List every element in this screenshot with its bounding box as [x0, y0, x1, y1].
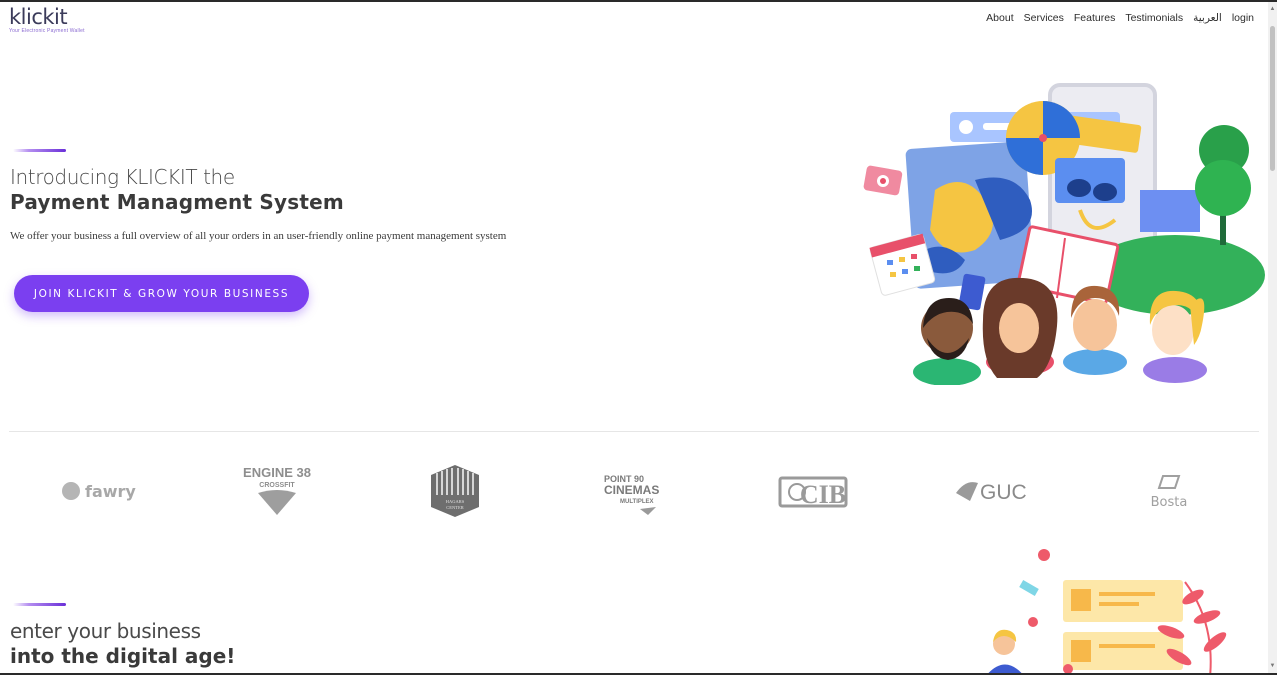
camera-icon — [863, 165, 903, 196]
hero-intro: Introducing KLICKIT the — [10, 165, 235, 189]
section-divider — [9, 431, 1259, 432]
svg-text:fawry: fawry — [85, 482, 136, 501]
svg-text:HAGARS: HAGARS — [446, 499, 465, 504]
nav-login[interactable]: login — [1232, 12, 1254, 24]
svg-text:ENGINE 38: ENGINE 38 — [243, 465, 311, 480]
logo-tagline: Your Electronic Payment Wallet — [9, 28, 85, 34]
engine38-icon: ENGINE 38 CROSSFIT — [243, 465, 311, 515]
svg-text:GUC: GUC — [980, 481, 1027, 504]
engine38-logo[interactable]: ENGINE 38 CROSSFIT — [240, 462, 315, 520]
point90-cinemas-logo[interactable]: POINT 90 CINEMAS MULTIPLEX — [600, 462, 670, 520]
bosta-logo[interactable]: Bosta — [1135, 462, 1205, 520]
hero-accent-line — [13, 149, 66, 152]
svg-text:CENTER: CENTER — [446, 505, 464, 510]
svg-text:MULTIPLEX: MULTIPLEX — [620, 499, 654, 505]
section2-intro: enter your business — [10, 619, 201, 643]
fawry-logo[interactable]: fawry — [55, 462, 145, 520]
join-klickit-button[interactable]: JOIN KLICKIT & GROW YOUR BUSINESS — [14, 275, 309, 312]
section2-title: into the digital age! — [10, 644, 236, 668]
bosta-icon: Bosta — [1151, 475, 1188, 510]
fawry-icon: fawry — [62, 482, 136, 501]
nav-features[interactable]: Features — [1074, 12, 1115, 24]
cib-icon: CIB — [778, 476, 848, 509]
main-nav: About Services Features Testimonials الع… — [986, 12, 1254, 24]
hero-title: Payment Managment System — [10, 190, 344, 214]
hagars-center-logo[interactable]: HAGARS CENTER — [425, 462, 485, 520]
point90-icon: POINT 90 CINEMAS MULTIPLEX — [604, 474, 659, 515]
page-scrollbar[interactable]: ▲ ▼ — [1268, 2, 1277, 673]
nav-language-arabic[interactable]: العربية — [1193, 12, 1222, 24]
nav-services[interactable]: Services — [1024, 12, 1064, 24]
svg-text:CIB: CIB — [800, 480, 846, 509]
hero-description: We offer your business a full overview o… — [10, 230, 507, 242]
nav-about[interactable]: About — [986, 12, 1013, 24]
svg-text:Bosta: Bosta — [1151, 495, 1188, 510]
section2-accent-line — [13, 603, 66, 606]
guc-logo[interactable]: GUC — [950, 462, 1035, 520]
scrollbar-thumb[interactable] — [1270, 26, 1275, 171]
guc-icon: GUC — [956, 481, 1027, 504]
klickit-logo[interactable]: klickit Your Electronic Payment Wallet — [9, 6, 85, 34]
nav-testimonials[interactable]: Testimonials — [1125, 12, 1183, 24]
cib-logo[interactable]: CIB — [775, 462, 850, 520]
logo-wordmark: klickit — [9, 5, 68, 29]
scroll-up-arrow-icon[interactable]: ▲ — [1269, 5, 1276, 13]
page-frame: klickit Your Electronic Payment Wallet A… — [0, 0, 1277, 675]
hagars-center-icon: HAGARS CENTER — [431, 465, 479, 517]
partner-logos: fawry ENGINE 38 CROSSFIT HAGARS CENTER P… — [0, 462, 1262, 522]
scroll-down-arrow-icon[interactable]: ▼ — [1269, 662, 1276, 670]
section2-illustration — [988, 549, 1227, 673]
svg-text:CINEMAS: CINEMAS — [604, 483, 659, 497]
svg-text:CROSSFIT: CROSSFIT — [259, 482, 295, 489]
hero-illustration — [863, 83, 1265, 385]
